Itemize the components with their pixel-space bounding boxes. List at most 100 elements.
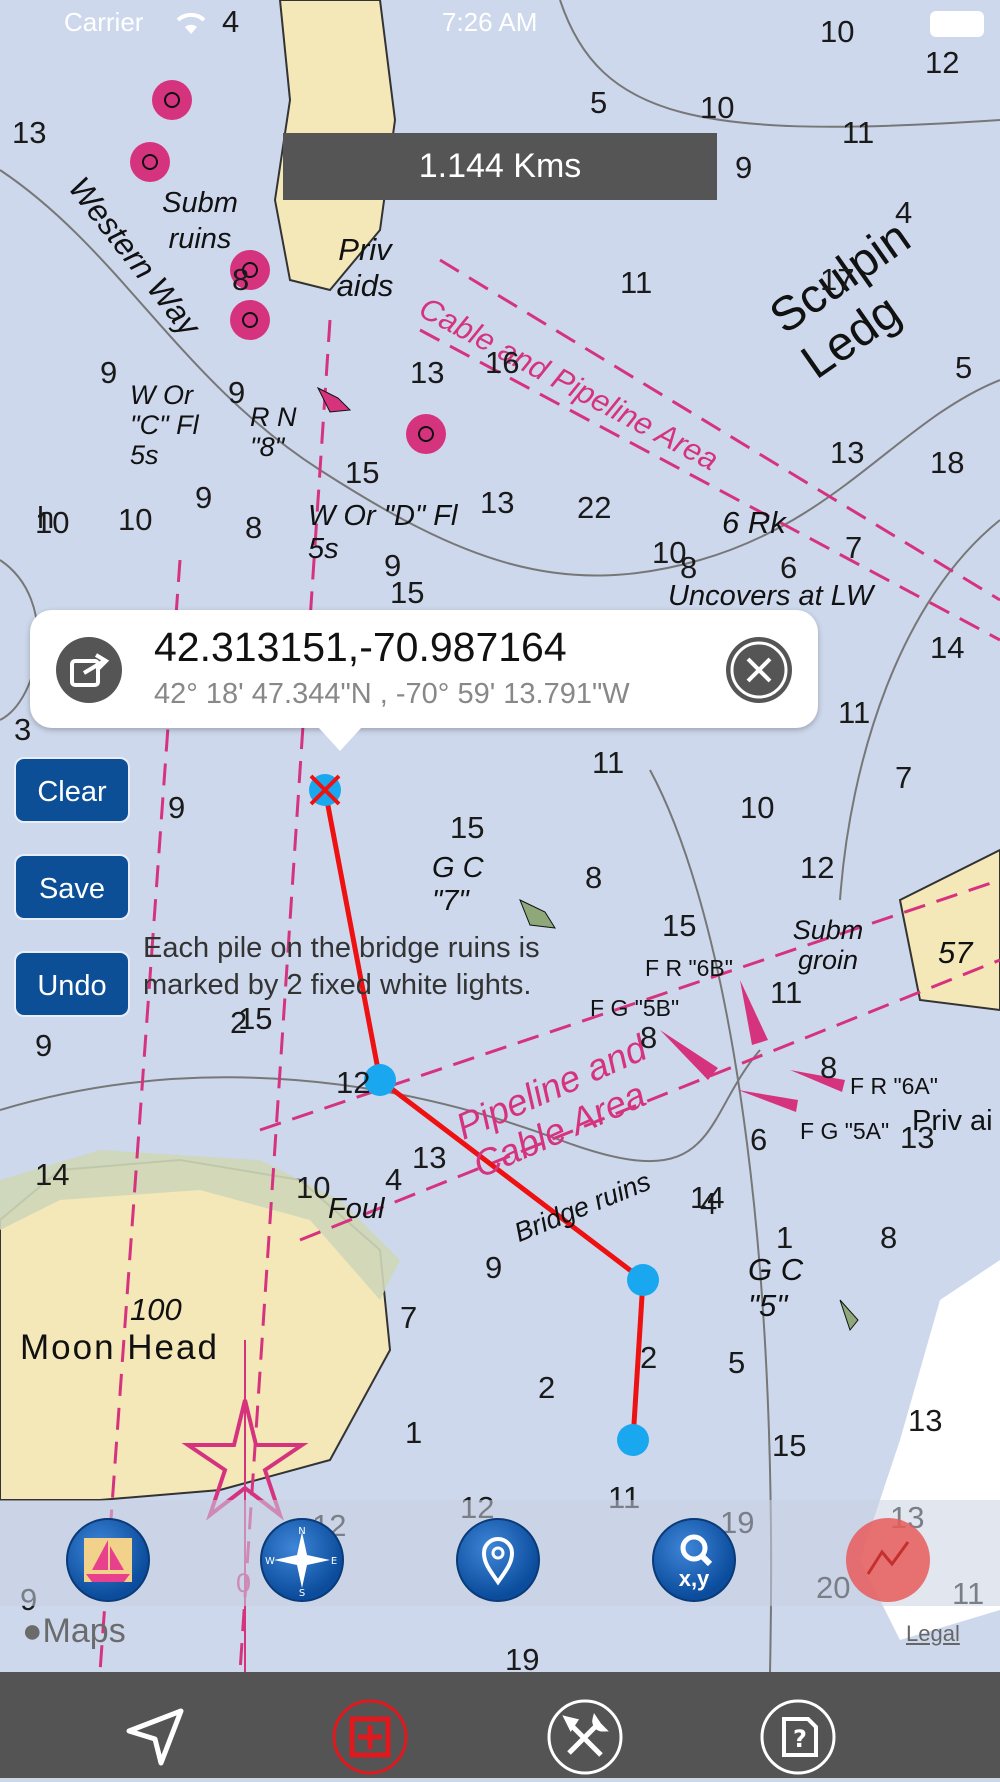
share-icon[interactable] xyxy=(56,637,122,703)
depth-sounding: 9 xyxy=(100,355,118,390)
depth-sounding: 22 xyxy=(577,490,612,525)
maps-attribution: ●Maps xyxy=(22,1612,126,1651)
depth-sounding: 15 xyxy=(238,1001,273,1036)
depth-sounding: 8 xyxy=(232,262,250,297)
svg-text:S: S xyxy=(299,1588,305,1599)
navigate-arrow-icon[interactable] xyxy=(117,1697,197,1777)
depth-sounding: 13 xyxy=(830,435,865,470)
coordinate-search-button[interactable]: x,y xyxy=(652,1518,736,1602)
light-c-label: W Or "C" Fl 5s xyxy=(130,380,199,470)
depth-sounding: 18 xyxy=(930,445,965,480)
route-icon[interactable] xyxy=(846,1518,930,1602)
undo-button[interactable]: Undo xyxy=(14,951,130,1017)
depth-sounding: 6 xyxy=(780,550,798,585)
light-6b-label: F R "6B" xyxy=(645,955,733,981)
depth-sounding: 4 xyxy=(385,1162,403,1197)
clock-time: 7:26 AM xyxy=(442,7,538,37)
depth-sounding: 7 xyxy=(845,530,863,565)
depth-sounding: 13 xyxy=(908,1403,943,1438)
light-5b-label: F G "5B" xyxy=(590,995,680,1021)
can-5-label: G C "5" xyxy=(748,1252,804,1323)
add-square-icon[interactable] xyxy=(330,1697,410,1777)
depth-sounding: 9 xyxy=(485,1250,503,1285)
depth-sounding: 12 xyxy=(800,850,835,885)
nautical-chart-map[interactable]: Sculpin Ledg Western Way Cable and Pipel… xyxy=(0,0,1000,1672)
depth-sounding: 11 xyxy=(838,695,871,730)
can-7-label: G C "7" xyxy=(432,852,484,917)
depth-sounding: 9 xyxy=(228,375,246,410)
tools-icon[interactable] xyxy=(545,1697,625,1777)
depth-sounding: 5 xyxy=(955,350,973,385)
depth-sounding: 9 xyxy=(35,1028,53,1063)
height-100-label: 100 xyxy=(130,1292,182,1327)
popup-pointer xyxy=(318,727,362,751)
depth-sounding: 2 xyxy=(640,1340,658,1375)
depth-sounding: 13 xyxy=(410,355,445,390)
light-6a-label: F R "6A" xyxy=(850,1073,938,1099)
boat-icon[interactable] xyxy=(66,1518,150,1602)
depth-sounding: 13 xyxy=(900,1120,935,1155)
legal-link[interactable]: Legal xyxy=(906,1621,960,1647)
depth-sounding: 17 xyxy=(820,262,855,297)
depth-sounding: 9 xyxy=(168,790,186,825)
foul-label: Foul xyxy=(328,1193,385,1225)
depth-sounding: 10 xyxy=(118,502,153,537)
depth-sounding: 11 xyxy=(620,265,653,300)
depth-sounding: 3 xyxy=(14,712,32,747)
uncovers-label: Uncovers at LW xyxy=(668,580,874,612)
help-icon[interactable]: ? xyxy=(758,1697,838,1777)
depth-sounding: 9 xyxy=(735,150,753,185)
close-icon[interactable] xyxy=(726,637,792,703)
depth-sounding: 2 xyxy=(538,1370,556,1405)
depth-sounding: 11 xyxy=(842,115,875,150)
depth-sounding: 10 xyxy=(296,1170,331,1205)
depth-sounding: 5 xyxy=(590,85,608,120)
route-distance-banner: 1.144 Kms xyxy=(283,133,717,200)
depth-sounding: 13 xyxy=(12,115,47,150)
depth-sounding: 8 xyxy=(880,1220,898,1255)
compass-icon[interactable]: N S W E xyxy=(260,1518,344,1602)
decimal-coordinates: 42.313151,-70.987164 xyxy=(154,624,567,670)
depth-sounding: 13 xyxy=(412,1140,447,1175)
depth-sounding: 8 xyxy=(820,1050,838,1085)
clear-button[interactable]: Clear xyxy=(14,757,130,823)
depth-sounding: 14 xyxy=(930,630,965,665)
depth-sounding: 10 xyxy=(700,90,735,125)
depth-sounding: 8 xyxy=(585,860,603,895)
battery-icon xyxy=(930,11,984,37)
depth-sounding: 15 xyxy=(450,810,485,845)
status-bar: Carrier 7:26 AM xyxy=(0,0,1000,46)
svg-text:E: E xyxy=(331,1556,337,1567)
depth-sounding: 15 xyxy=(345,455,380,490)
depth-sounding: 14 xyxy=(35,1157,70,1192)
coordinate-popup: 42.313151,-70.987164 42° 18' 47.344"N , … xyxy=(30,610,818,751)
depth-sounding: 1 xyxy=(776,1220,794,1255)
depth-sounding: 8 xyxy=(680,550,698,585)
depth-sounding: 4 xyxy=(895,195,913,230)
depth-sounding: 9 xyxy=(195,480,213,515)
depth-sounding: 1 xyxy=(405,1415,423,1450)
depth-sounding: 11 xyxy=(770,975,803,1010)
priv-aids-label: Priv aids xyxy=(336,232,394,303)
depth-sounding: 15 xyxy=(662,908,697,943)
height-57-label: 57 xyxy=(938,935,973,970)
depth-sounding: h xyxy=(37,500,55,535)
dms-coordinates: 42° 18' 47.344"N , -70° 59' 13.791"W xyxy=(154,678,630,710)
depth-sounding: 11 xyxy=(592,745,625,780)
location-pin-icon[interactable] xyxy=(456,1518,540,1602)
save-button[interactable]: Save xyxy=(14,854,130,920)
pile-lights-note: Each pile on the bridge ruins is marked … xyxy=(143,932,540,1001)
svg-text:W: W xyxy=(265,1556,275,1567)
svg-text:?: ? xyxy=(793,1725,807,1753)
depth-sounding: 6 xyxy=(750,1122,768,1157)
search-xy-label: x,y xyxy=(678,1566,710,1591)
moon-head-label: Moon Head xyxy=(20,1328,219,1367)
depth-sounding: 15 xyxy=(772,1428,807,1463)
nun-8-label: R N "8" xyxy=(250,402,297,462)
svg-text:N: N xyxy=(298,1526,305,1537)
subm-ruins-label: Subm ruins xyxy=(162,187,238,255)
depth-sounding: 14 xyxy=(690,1180,725,1215)
depth-sounding: 15 xyxy=(390,575,425,610)
carrier-label: Carrier xyxy=(64,7,144,37)
depth-sounding: 13 xyxy=(480,485,515,520)
